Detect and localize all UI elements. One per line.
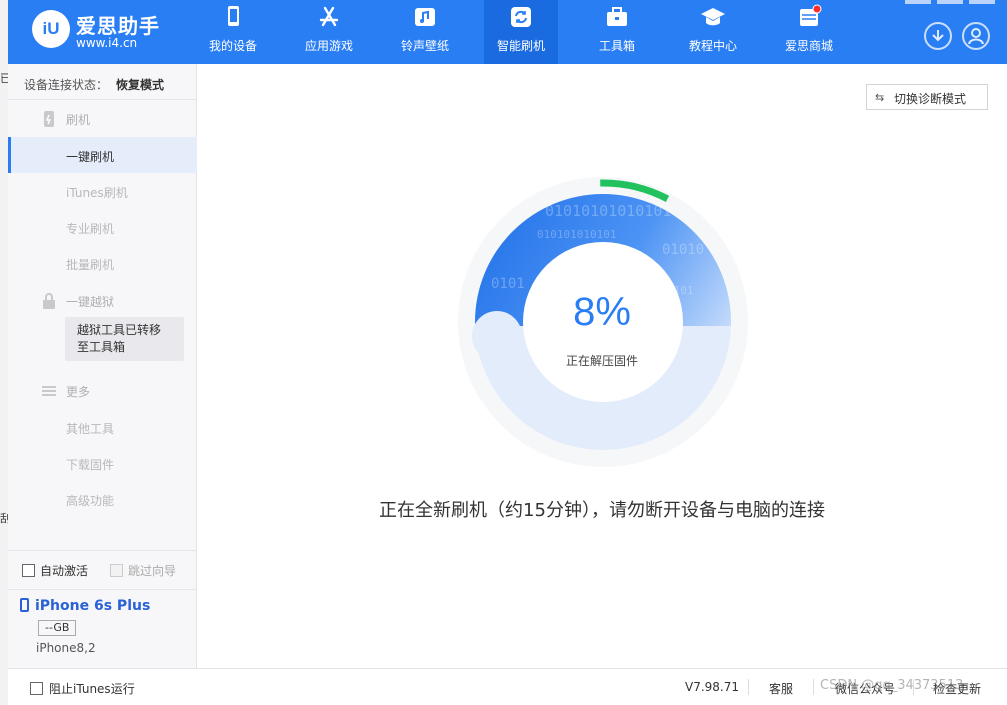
checkbox-label: 跳过向导 bbox=[128, 564, 177, 578]
phone-icon bbox=[228, 6, 239, 26]
version-label: V7.98.71 bbox=[685, 680, 740, 694]
appstore-icon bbox=[319, 6, 339, 27]
nav-smart-flash[interactable]: 智能刷机 bbox=[484, 0, 558, 64]
watermark: CSDN @qq_34373513 bbox=[820, 678, 964, 693]
device-model: iPhone8,2 bbox=[36, 641, 96, 655]
divider bbox=[813, 679, 814, 695]
svg-text:01010: 01010 bbox=[662, 242, 704, 258]
top-bar: iU 爱思助手 www.i4.cn 我的设备 应用游戏 铃声壁纸 智能刷机 工具… bbox=[8, 0, 1007, 64]
group-flash: 刷机 bbox=[8, 102, 197, 134]
sidebar-item-other-tools[interactable]: 其他工具 bbox=[8, 409, 197, 445]
background-window-edge: 已 刮 bbox=[0, 0, 11, 705]
swap-arrows-icon: ⇆ bbox=[875, 91, 885, 104]
checkbox-box bbox=[22, 564, 35, 577]
refresh-icon bbox=[511, 7, 531, 27]
nav-label: 工具箱 bbox=[598, 39, 635, 53]
support-link[interactable]: 客服 bbox=[769, 680, 793, 697]
group-label: 刷机 bbox=[66, 113, 91, 127]
nav-tutorials[interactable]: 教程中心 bbox=[676, 0, 750, 64]
logo-icon: iU bbox=[32, 10, 70, 48]
group-label: 更多 bbox=[66, 385, 91, 399]
sidebar-item-label: 批量刷机 bbox=[66, 258, 115, 272]
checkbox-box bbox=[30, 682, 43, 695]
checkbox-label: 自动激活 bbox=[40, 564, 89, 578]
divider bbox=[748, 679, 749, 695]
lock-icon bbox=[43, 293, 55, 309]
menu-icon bbox=[42, 386, 56, 396]
sidebar-item-download-firmware[interactable]: 下载固件 bbox=[8, 445, 197, 481]
switch-diagnostic-mode-button[interactable]: ⇆ 切换诊断模式 bbox=[866, 84, 988, 110]
flash-warning-message: 正在全新刷机（约15分钟），请勿断开设备与电脑的连接 bbox=[379, 500, 825, 521]
group-more: 更多 bbox=[8, 374, 197, 406]
music-icon bbox=[415, 8, 435, 26]
nav-ringtones[interactable]: 铃声壁纸 bbox=[388, 0, 462, 64]
divider bbox=[8, 589, 197, 590]
phone-flash-icon bbox=[44, 111, 54, 127]
graduation-cap-icon bbox=[701, 8, 725, 26]
window-control[interactable] bbox=[905, 0, 931, 4]
user-account-button[interactable] bbox=[962, 22, 990, 50]
sidebar: 设备连接状态： 恢复模式 刷机 一键刷机 iTunes刷机 专业刷机 批量刷机 一… bbox=[8, 64, 197, 668]
store-icon bbox=[800, 4, 822, 26]
nav-toolbox[interactable]: 工具箱 bbox=[580, 0, 654, 64]
status-value: 恢复模式 bbox=[116, 78, 165, 92]
toolbox-icon bbox=[607, 7, 627, 26]
auto-activate-checkbox[interactable]: 自动激活 bbox=[22, 562, 88, 579]
svg-text:01010101010101: 01010101010101 bbox=[545, 202, 671, 220]
nav-label: 爱思商城 bbox=[784, 39, 833, 53]
group-label: 一键越狱 bbox=[66, 295, 115, 309]
window-control[interactable] bbox=[937, 0, 963, 4]
sidebar-item-itunes-flash[interactable]: iTunes刷机 bbox=[8, 173, 197, 209]
progress-substatus: 正在解压固件 bbox=[565, 354, 638, 368]
device-name: iPhone 6s Plus bbox=[20, 598, 150, 614]
sidebar-item-one-click-flash[interactable]: 一键刷机 bbox=[8, 137, 197, 173]
block-itunes-checkbox[interactable]: 阻止iTunes运行 bbox=[30, 680, 135, 697]
window-control[interactable] bbox=[969, 0, 995, 4]
nav-store[interactable]: 爱思商城 bbox=[772, 0, 846, 64]
status-bar: 阻止iTunes运行 V7.98.71 客服 微信公众号 检查更新 CSDN @… bbox=[8, 668, 1007, 705]
svg-text:010101010101: 010101010101 bbox=[537, 228, 616, 241]
device-name-text: iPhone 6s Plus bbox=[35, 598, 151, 614]
app-logo[interactable]: iU 爱思助手 www.i4.cn bbox=[32, 6, 172, 58]
nav-label: 我的设备 bbox=[208, 39, 257, 53]
nav-label: 铃声壁纸 bbox=[400, 39, 449, 53]
sidebar-item-label: 其他工具 bbox=[66, 422, 115, 436]
connection-status: 设备连接状态： 恢复模式 bbox=[24, 76, 164, 93]
divider bbox=[8, 550, 197, 551]
sidebar-item-label: 高级功能 bbox=[66, 494, 115, 508]
download-button[interactable] bbox=[924, 22, 952, 50]
phone-icon bbox=[20, 598, 29, 612]
nav-label: 智能刷机 bbox=[496, 39, 545, 53]
device-capacity: --GB bbox=[38, 620, 77, 636]
checkbox-box bbox=[110, 564, 123, 577]
nav-label: 应用游戏 bbox=[304, 39, 353, 53]
button-label: 切换诊断模式 bbox=[894, 92, 967, 106]
group-jailbreak: 一键越狱 bbox=[8, 284, 197, 316]
sidebar-item-advanced[interactable]: 高级功能 bbox=[8, 481, 197, 517]
sidebar-item-batch-flash[interactable]: 批量刷机 bbox=[8, 245, 197, 281]
nav-apps-games[interactable]: 应用游戏 bbox=[292, 0, 366, 64]
jailbreak-moved-tooltip: 越狱工具已转移至工具箱 bbox=[65, 317, 184, 361]
sidebar-item-label: 一键刷机 bbox=[66, 150, 115, 164]
app-url: www.i4.cn bbox=[76, 36, 138, 50]
sidebar-item-pro-flash[interactable]: 专业刷机 bbox=[8, 209, 197, 245]
user-icon bbox=[968, 28, 984, 45]
app-title: 爱思助手 bbox=[76, 14, 160, 38]
nav-my-device[interactable]: 我的设备 bbox=[196, 0, 270, 64]
download-icon bbox=[932, 30, 944, 42]
sidebar-item-label: 下载固件 bbox=[66, 458, 115, 472]
sidebar-item-label: iTunes刷机 bbox=[66, 186, 128, 200]
app-window: iU 爱思助手 www.i4.cn 我的设备 应用游戏 铃声壁纸 智能刷机 工具… bbox=[8, 0, 1007, 705]
status-label: 设备连接状态： bbox=[24, 78, 109, 92]
sidebar-item-label: 专业刷机 bbox=[66, 222, 115, 236]
progress-percent: 8% bbox=[573, 290, 631, 334]
nav-label: 教程中心 bbox=[688, 39, 737, 53]
divider bbox=[8, 99, 197, 100]
skip-guide-checkbox[interactable]: 跳过向导 bbox=[110, 562, 176, 579]
flash-progress-panel: ⇆ 切换诊断模式 01010101010101 010101010101 010… bbox=[197, 64, 1007, 668]
checkbox-label: 阻止iTunes运行 bbox=[49, 682, 135, 696]
